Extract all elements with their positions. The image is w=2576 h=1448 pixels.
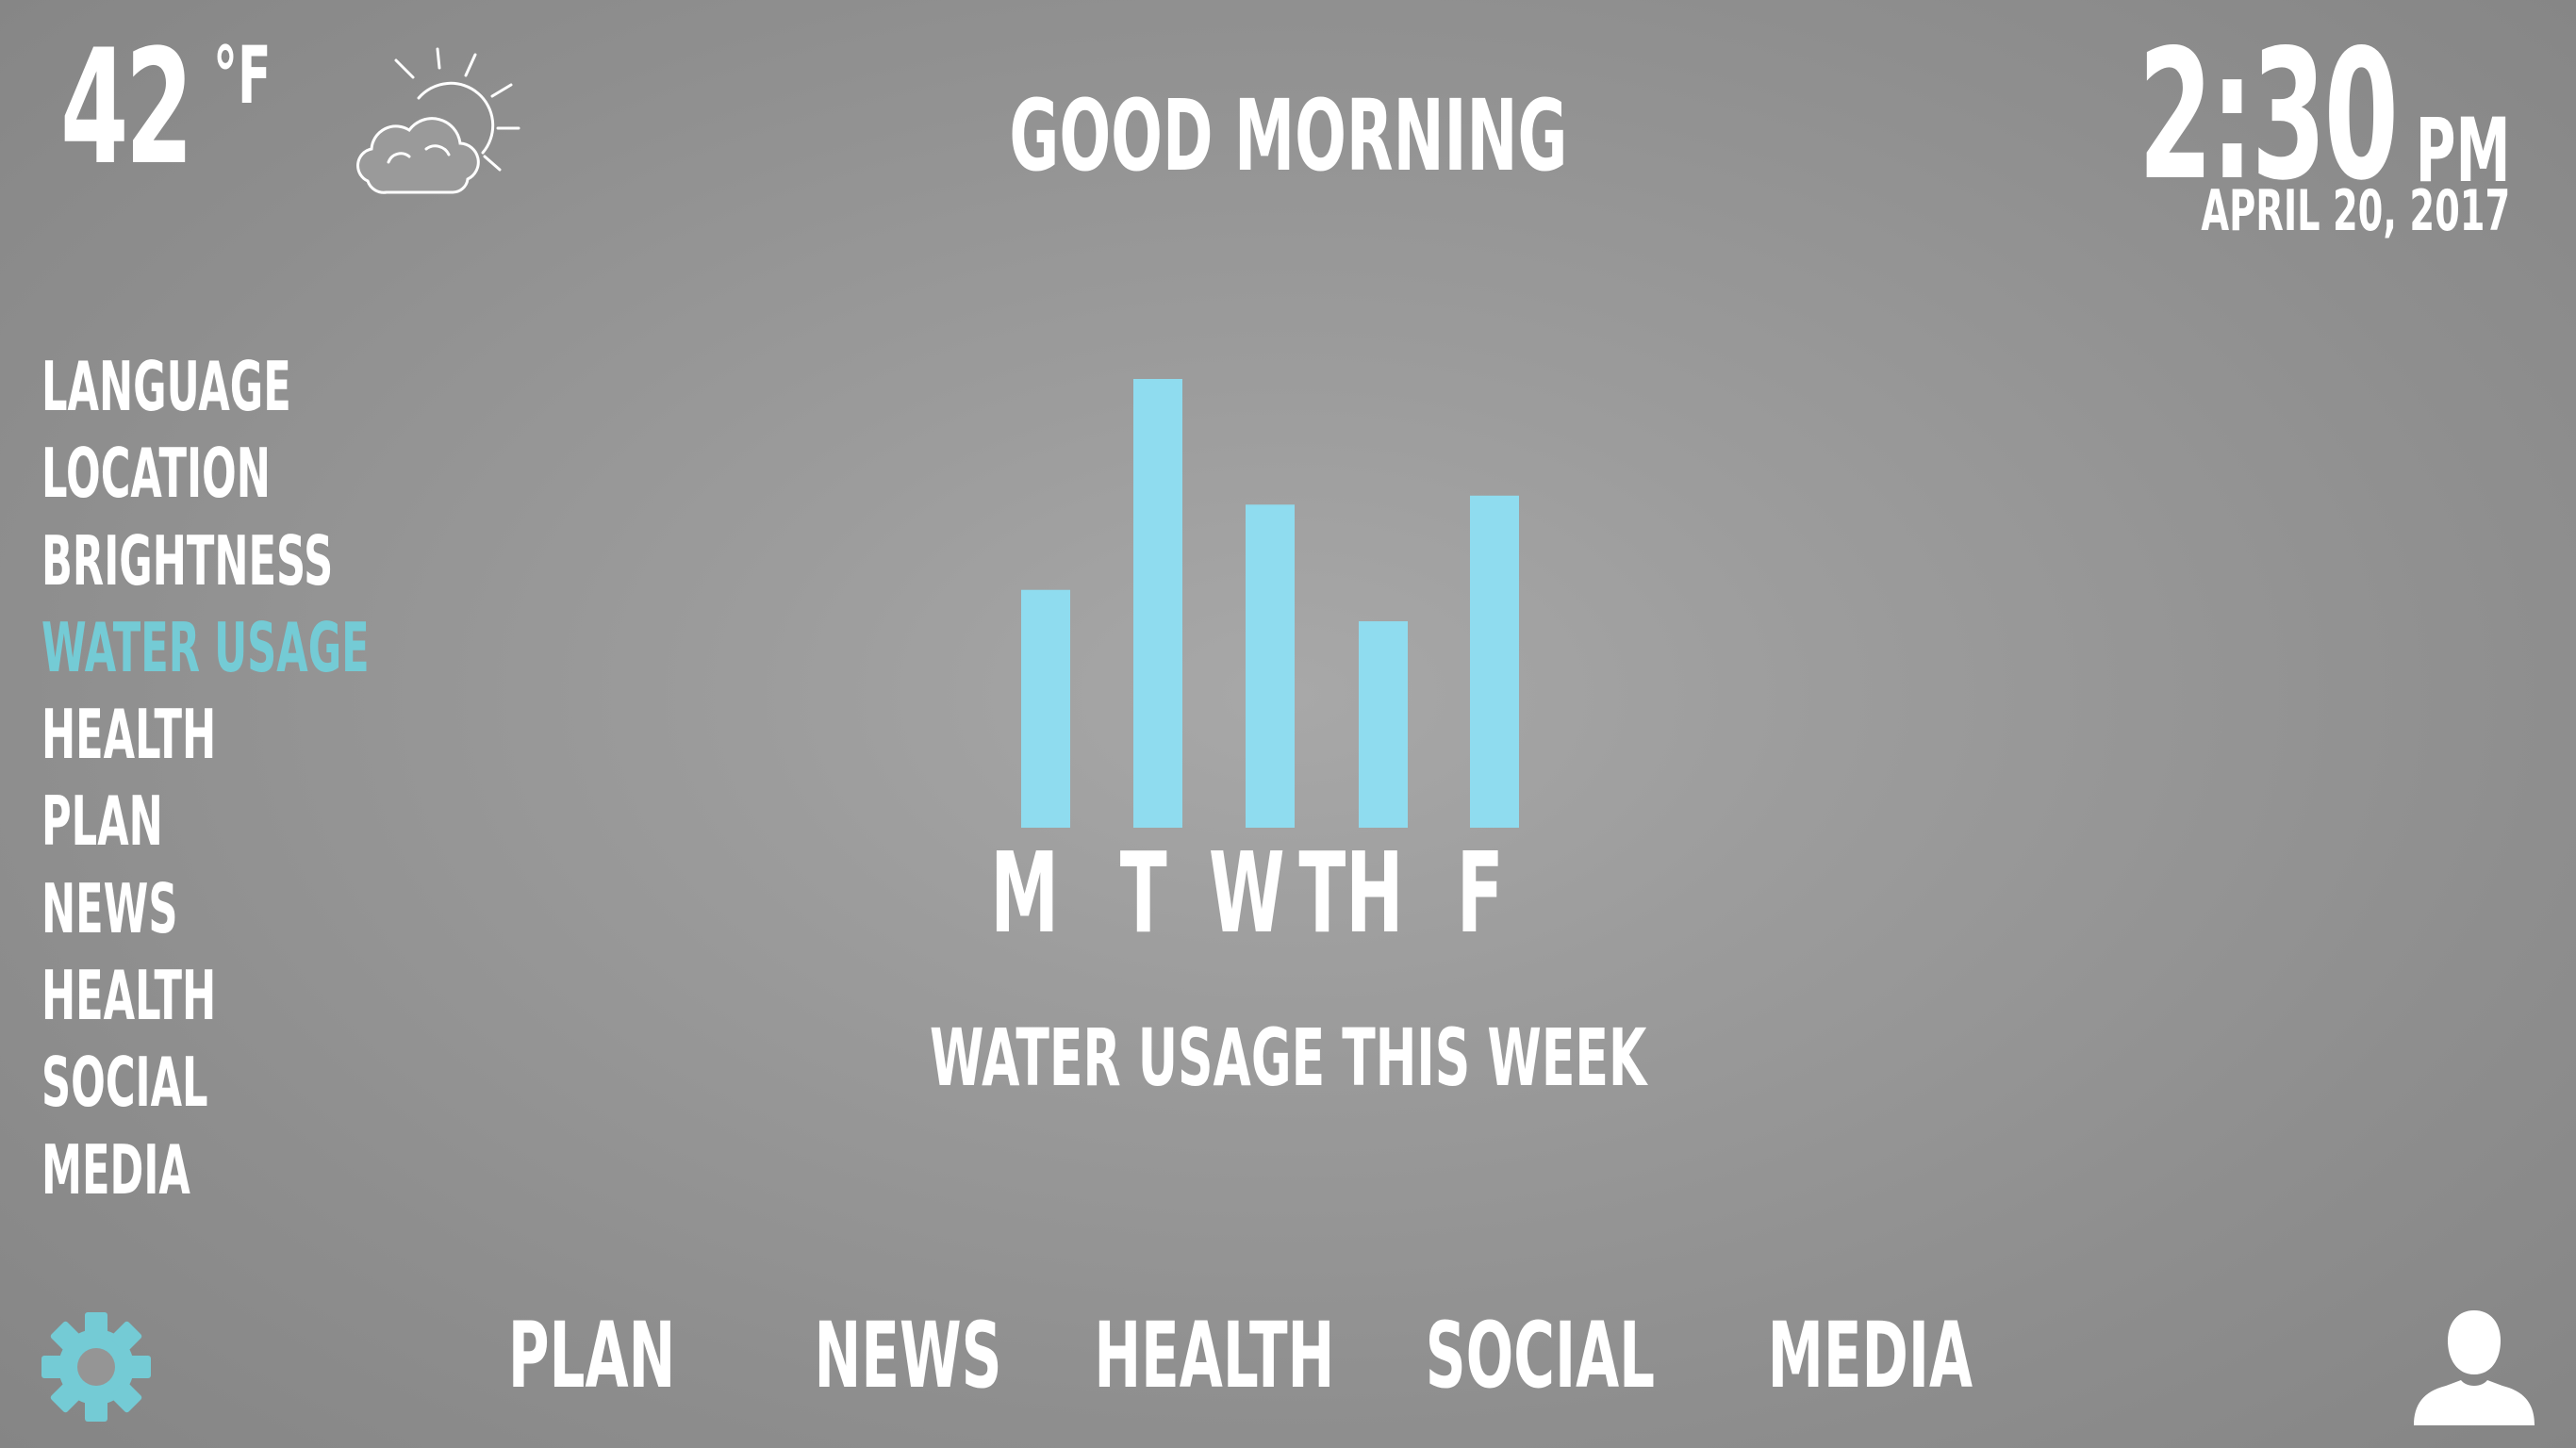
sidebar-item-label: WATER USAGE	[41, 607, 370, 687]
sidebar-item-brightness[interactable]: BRIGHTNESS	[41, 527, 532, 614]
chart-title-text: WATER USAGE THIS WEEK	[929, 1012, 1647, 1104]
sidebar-item-news[interactable]: NEWS	[41, 875, 532, 962]
bar-w	[1246, 504, 1295, 828]
sidebar-item-label: PLAN	[41, 782, 163, 862]
day-label-text: W	[1208, 828, 1285, 958]
clock-widget: 2:30 PM APRIL 20, 2017	[2020, 26, 2510, 253]
day-label-text: F	[1456, 828, 1504, 958]
bar-f	[1470, 495, 1519, 828]
nav-label: HEALTH	[1094, 1303, 1335, 1408]
day-label-text: TH	[1298, 828, 1404, 958]
bottom-nav: PLAN NEWS HEALTH SOCIAL MEDIA	[0, 1310, 2576, 1414]
sidebar-item-label: LOCATION	[41, 434, 271, 514]
user-icon[interactable]	[2410, 1307, 2538, 1425]
nav-label: MEDIA	[1767, 1303, 1973, 1408]
day-label-text: T	[1119, 828, 1167, 958]
sidebar-item-health[interactable]: HEALTH	[41, 700, 532, 787]
sidebar-item-label: MEDIA	[41, 1129, 190, 1209]
clock-date: APRIL 20, 2017	[2201, 178, 2510, 244]
nav-label: NEWS	[814, 1303, 1002, 1408]
nav-label: SOCIAL	[1425, 1303, 1656, 1408]
sidebar-item-water-usage[interactable]: WATER USAGE	[41, 614, 532, 700]
water-usage-bars	[1021, 379, 1519, 828]
sidebar-item-language[interactable]: LANGUAGE	[41, 353, 532, 439]
nav-label: PLAN	[507, 1303, 676, 1408]
sidebar-item-plan[interactable]: PLAN	[41, 787, 532, 874]
sidebar-item-label: BRIGHTNESS	[41, 520, 334, 601]
sidebar-item-label: LANGUAGE	[41, 347, 291, 426]
day-label-text: M	[990, 828, 1060, 958]
chart-title: WATER USAGE THIS WEEK	[0, 1018, 2576, 1097]
gear-icon[interactable]	[40, 1310, 153, 1423]
day-labels: M T W TH F	[990, 828, 1584, 958]
bar-m	[1021, 589, 1070, 828]
water-usage-chart: M T W TH F	[990, 358, 1584, 948]
bar-th	[1359, 621, 1408, 828]
greeting-text: GOOD MORNING	[1008, 78, 1568, 193]
sidebar-item-media[interactable]: MEDIA	[41, 1136, 532, 1223]
smart-mirror-screen: 42 °F GOOD MORNING 2:30 PM APRIL 20, 201…	[0, 0, 2576, 1448]
sidebar-item-location[interactable]: LOCATION	[41, 439, 532, 526]
sidebar-item-label: NEWS	[41, 868, 178, 948]
bar-t	[1133, 379, 1182, 828]
sidebar-item-label: HEALTH	[41, 695, 217, 775]
